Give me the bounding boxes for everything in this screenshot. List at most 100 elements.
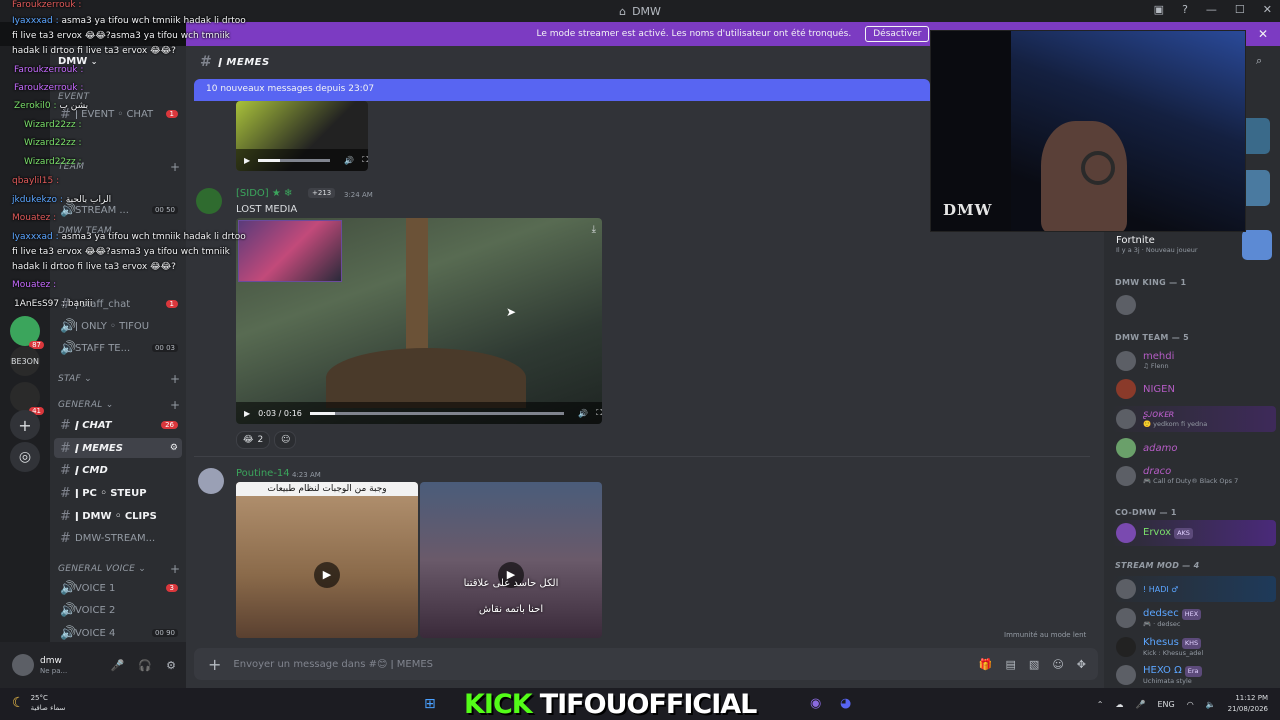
add-server-icon[interactable]: + <box>10 410 40 440</box>
video-thumbnail[interactable]: ▶ الكل حاسد على علاقتنا احنا باتمه نقاش <box>420 482 602 638</box>
member-row[interactable]: Ervox AKS <box>1112 520 1276 546</box>
overlay-message: fi live ta3 ervox 😂😂?asma3 ya tifou wch … <box>12 247 230 257</box>
member-row[interactable]: mehdi ♫ Flenn <box>1112 348 1276 374</box>
volume-icon[interactable]: 🔈 <box>1206 700 1216 709</box>
server-icon[interactable]: 41 <box>10 382 44 415</box>
channel-chat[interactable]: # ǀ CHAT 26 <box>54 415 182 435</box>
channel-title: ǀ MEMES <box>218 56 270 68</box>
volume-icon[interactable]: 🔊 <box>578 409 588 418</box>
speaker-icon: 🔊 <box>60 602 77 618</box>
apps-icon[interactable]: ✥ <box>1077 658 1086 671</box>
message-author[interactable]: Poutine-14 <box>236 468 290 479</box>
smiley-icon: ☺ <box>281 435 291 445</box>
play-icon[interactable]: ▶ <box>244 409 250 418</box>
overlay-message: qbaylil15 : <box>12 176 60 186</box>
member-row[interactable]: NIGEN <box>1112 376 1276 402</box>
video-player[interactable]: ⤓ ▶ 0:03 / 0:16 🔊 ⛶ <box>236 218 602 424</box>
minimize-button[interactable]: — <box>1206 3 1217 16</box>
fullscreen-icon[interactable]: ⛶ <box>596 408 602 418</box>
channel-memes[interactable]: # ǀ MEMES ⚙ <box>54 438 182 458</box>
gear-icon[interactable]: ⚙ <box>166 659 176 672</box>
play-icon[interactable]: ▶ <box>314 562 340 588</box>
search-icon[interactable]: ⌕ <box>1256 54 1262 68</box>
chevron-up-icon[interactable]: ⌃ <box>1097 700 1104 709</box>
network-icon[interactable]: ☁ <box>1115 700 1123 709</box>
member-row[interactable]: draco 🎮 Call of Duty® Black Ops 7 <box>1112 463 1276 489</box>
video-thumbnail[interactable]: وجبة من الوجبات لنظام طبيعات ▶ <box>236 482 418 638</box>
voice-2[interactable]: 🔊 VOICE 2 <box>54 600 182 620</box>
help-icon[interactable]: ? <box>1182 3 1188 16</box>
fullscreen-icon[interactable]: ⛶ <box>362 155 368 165</box>
channel-cmd[interactable]: # ǀ CMD <box>54 460 182 480</box>
member-row[interactable]: HEXO Ω Era Uchimata style <box>1112 662 1276 688</box>
mic-icon[interactable]: 🎤 <box>1135 700 1145 709</box>
emoji-icon[interactable]: ☺ <box>1052 658 1063 671</box>
avatar[interactable] <box>12 654 34 676</box>
server-icon[interactable]: BE3ON <box>10 346 40 376</box>
language-indicator[interactable]: ENG <box>1157 700 1174 709</box>
settings-icon[interactable]: ⚙ <box>170 443 178 453</box>
server-icon[interactable]: 87 <box>10 316 44 349</box>
member-row[interactable] <box>1112 292 1276 318</box>
category-general-voice[interactable]: GENERAL VOICE ⌄ + <box>58 562 180 576</box>
weather-widget[interactable]: ☾ 25°C سماء صافية <box>12 693 65 713</box>
video-time: 0:03 / 0:16 <box>258 408 302 418</box>
voice-1[interactable]: 🔊 VOICE 1 3 <box>54 578 182 598</box>
close-button[interactable]: ✕ <box>1263 3 1272 16</box>
member-row[interactable]: ʂᴊᴏᴋᴇʀ 🙂 yedkom fi yedna <box>1112 406 1276 432</box>
channel-sidebar: DMW ⌄ EVENT # ǀ EVENT ◦ CHAT 1 TEAM + 🔊 S… <box>50 46 186 642</box>
gif-icon[interactable]: ▤ <box>1006 658 1016 671</box>
member-row[interactable]: ! HADI ♂ <box>1112 576 1276 602</box>
member-row[interactable]: Khesus KHS Kick : Khesus_adel <box>1112 634 1276 660</box>
mic-icon[interactable]: 🎤 <box>111 659 125 672</box>
new-messages-bar[interactable]: 10 nouveaux messages depuis 23:07 <box>194 79 930 101</box>
window-controls: ▣ ? — ☐ ✕ <box>1154 3 1272 16</box>
sticker-icon[interactable]: ▧ <box>1029 658 1039 671</box>
game-activity[interactable]: Fortnite Il y a 3j · Nouveau joueur <box>1112 230 1276 260</box>
wifi-icon[interactable]: ◠ <box>1187 700 1194 709</box>
add-reaction-button[interactable]: ☺ <box>274 431 296 449</box>
avatar[interactable] <box>198 468 224 494</box>
message-composer[interactable]: + Envoyer un message dans #😊 ǀ MEMES 🎁 ▤… <box>194 648 1098 680</box>
messenger-icon[interactable]: ◉ <box>810 696 821 711</box>
composer-placeholder: Envoyer un message dans #😊 ǀ MEMES <box>233 658 433 670</box>
explore-icon[interactable]: ◎ <box>10 442 40 472</box>
voice-only-tifou[interactable]: 🔊 ǀ ONLY ◦ TIFOU <box>54 316 182 336</box>
avatar <box>1116 351 1136 371</box>
category-general[interactable]: GENERAL ⌄ + <box>58 398 180 412</box>
voice-staff[interactable]: 🔊 STAFF TE... 00 03 <box>54 338 182 358</box>
hash-icon: # <box>60 508 71 524</box>
clock[interactable]: 11:12 PM 21/08/2026 <box>1228 693 1268 715</box>
download-icon[interactable]: ⤓ <box>592 224 596 235</box>
mast <box>406 218 428 358</box>
member-row[interactable]: dedsec HEX 🎮 · dedsec <box>1112 605 1276 631</box>
message-time: 4:23 AM <box>292 471 321 479</box>
category-staf[interactable]: STAF ⌄ + <box>58 372 180 386</box>
inbox-icon[interactable]: ▣ <box>1154 3 1164 16</box>
windows-start-icon[interactable]: ⊞ <box>424 696 436 712</box>
maximize-button[interactable]: ☐ <box>1235 3 1245 16</box>
gift-icon[interactable]: 🎁 <box>979 658 993 671</box>
headphones-icon[interactable]: 🎧 <box>138 659 152 672</box>
discord-icon[interactable]: ◕ <box>840 696 851 711</box>
play-icon[interactable]: ▶ <box>244 156 250 165</box>
member-row[interactable]: adamo <box>1112 435 1276 461</box>
channel-dmw-stream[interactable]: # DMW-STREAM... <box>54 528 182 548</box>
message-author[interactable]: [SIDO] ★ ❄ <box>236 188 292 199</box>
overlay-message: jkdukekzo : الراب بالحبة <box>12 195 112 205</box>
reaction[interactable]: 😂 2 <box>236 431 271 449</box>
overlay-message: Faroukzerrouk : <box>14 83 84 93</box>
seek-bar[interactable] <box>258 158 331 162</box>
volume-icon[interactable]: 🔊 <box>344 156 354 165</box>
speaker-icon: 🔊 <box>60 318 77 334</box>
avatar[interactable] <box>196 188 222 214</box>
channel-dmw-clips[interactable]: # ǀ DMW ◦ CLIPS <box>54 506 182 526</box>
channel-pc-setup[interactable]: # ǀ PC ◦ STEUP <box>54 483 182 503</box>
close-icon[interactable]: ✕ <box>1258 27 1268 41</box>
role-badge: +213 <box>308 188 336 198</box>
disable-button[interactable]: Désactiver <box>865 26 930 42</box>
seek-bar[interactable] <box>309 411 565 415</box>
video-player[interactable]: ▶ 🔊 ⛶ <box>236 101 368 171</box>
voice-4[interactable]: 🔊 VOICE 4 00 90 <box>54 623 182 643</box>
attach-icon[interactable]: + <box>208 655 221 674</box>
